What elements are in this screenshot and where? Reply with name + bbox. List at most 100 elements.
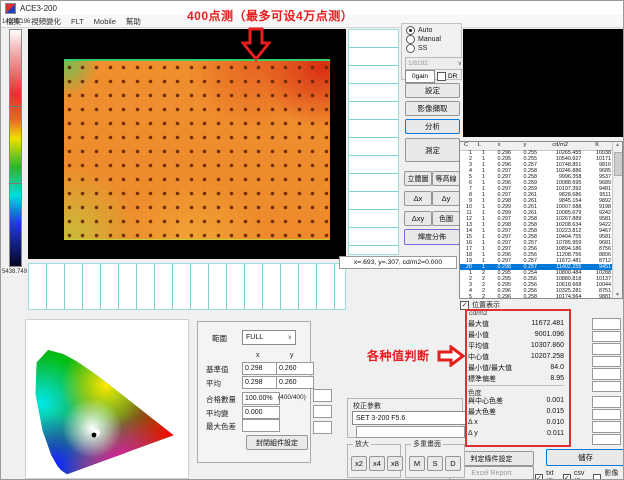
- limit-input[interactable]: [592, 331, 621, 343]
- measure-point: [136, 164, 139, 167]
- measure-point: [122, 108, 125, 111]
- calibration-select[interactable]: SET 3-200 F5.6: [352, 411, 467, 425]
- limit-input[interactable]: [592, 368, 621, 380]
- measure-button[interactable]: 測定: [405, 138, 460, 162]
- max-chroma-field[interactable]: [242, 419, 280, 432]
- value-number: 10207.258: [531, 353, 564, 360]
- measure-point: [176, 108, 179, 111]
- limit-col-right-bottom: [592, 396, 621, 445]
- save-button[interactable]: 儲存: [546, 449, 624, 466]
- radio-auto[interactable]: Auto: [406, 26, 432, 35]
- scroll-down-icon[interactable]: ▼: [613, 292, 622, 298]
- settings-button[interactable]: 設定: [405, 83, 460, 98]
- measure-point: [122, 136, 125, 139]
- multiscreen-button-d[interactable]: D: [445, 456, 461, 471]
- measure-point: [217, 234, 220, 237]
- measure-point: [163, 108, 166, 111]
- table-scrollbar[interactable]: ▲ ▼: [612, 142, 622, 298]
- stereo-3d-button[interactable]: 立體圖: [404, 171, 432, 186]
- limit-input[interactable]: [592, 343, 621, 355]
- scroll-thumb[interactable]: [614, 152, 623, 176]
- avg-y-field[interactable]: 0.260: [276, 376, 314, 389]
- measure-point: [203, 94, 206, 97]
- menu-item[interactable]: Mobile: [94, 17, 116, 26]
- limit-input[interactable]: [592, 356, 621, 368]
- luminance-dist-button[interactable]: 輝度分佈: [404, 229, 460, 245]
- shutter-select[interactable]: 1/8192 ∨: [405, 57, 465, 70]
- zoom-button-x2[interactable]: x2: [351, 456, 367, 471]
- measure-point: [109, 192, 112, 195]
- position-display-checkbox[interactable]: ✓ 位置表示: [460, 300, 500, 310]
- checkbox-icon: [437, 72, 446, 81]
- value-row: 中心值10207.258: [468, 351, 564, 362]
- measure-point: [163, 94, 166, 97]
- txt-file-checkbox[interactable]: ✓ txt檔: [535, 468, 559, 480]
- delta-xy-button[interactable]: Δxy: [404, 211, 432, 226]
- measure-point: [271, 234, 274, 237]
- measure-point: [325, 164, 328, 167]
- measure-point: [325, 94, 328, 97]
- zoom-button-x8[interactable]: x8: [387, 456, 403, 471]
- contour-button[interactable]: 等高線: [432, 171, 460, 186]
- multiscreen-button-s[interactable]: S: [427, 456, 443, 471]
- avg-x-field[interactable]: 0.298: [242, 376, 280, 389]
- multiscreen-buttons: MSD: [409, 456, 461, 471]
- zoom-button-x4[interactable]: x4: [369, 456, 385, 471]
- limit-input[interactable]: [592, 396, 621, 408]
- measure-point: [311, 206, 314, 209]
- pass-count-value: (400/400): [278, 394, 306, 401]
- measure-point: [109, 80, 112, 83]
- cie-chromaticity-panel[interactable]: [25, 319, 189, 479]
- table-row[interactable]: 520.2960.25810174.5649881: [460, 294, 613, 299]
- seal-settings-button[interactable]: 封閉組件設定: [246, 435, 308, 450]
- calibration-extra-field[interactable]: [356, 426, 465, 438]
- limit-input[interactable]: [592, 318, 621, 330]
- checkbox-icon: ✓: [563, 474, 571, 480]
- analyze-button[interactable]: 分析: [405, 119, 460, 134]
- luminance-heatmap[interactable]: [64, 59, 330, 240]
- menu-item[interactable]: FLT: [71, 17, 84, 26]
- colormap-button[interactable]: 色圖: [432, 211, 460, 226]
- image-capture-button[interactable]: 影像擷取: [405, 101, 460, 116]
- measure-point: [136, 178, 139, 181]
- limit-input[interactable]: [592, 434, 621, 446]
- range-select[interactable]: FULL ∨: [242, 330, 296, 345]
- pass-rate-field[interactable]: 100.00%: [242, 392, 280, 405]
- horizontal-profile-plot: [28, 263, 346, 310]
- radio-manual[interactable]: Manual: [406, 35, 441, 44]
- limit-input[interactable]: [592, 421, 621, 433]
- radio-ss[interactable]: SS: [406, 44, 427, 53]
- limit-input[interactable]: [313, 421, 332, 434]
- delta-x-button[interactable]: Δx: [404, 191, 432, 206]
- heatmap-canvas[interactable]: [28, 29, 346, 259]
- measured-white-point: [92, 433, 97, 438]
- image-file-checkbox[interactable]: 影像檔: [593, 468, 623, 480]
- measure-point: [95, 150, 98, 153]
- measure-point: [190, 136, 193, 139]
- table-body[interactable]: 110.2960.25510265.45510038210.2950.25510…: [460, 150, 613, 298]
- limit-input[interactable]: [592, 381, 621, 393]
- multiscreen-button-m[interactable]: M: [409, 456, 425, 471]
- zoom-group-label: 放大: [353, 440, 371, 449]
- limit-input[interactable]: [313, 389, 332, 402]
- measurement-table[interactable]: CLxycd/m2K 110.2960.25510265.45510038210…: [459, 141, 623, 299]
- measure-point: [325, 66, 328, 69]
- range-panel: 範圍 FULL ∨ x y 基準值 0.298 0.260 平均 0.298 0…: [197, 321, 311, 463]
- ref-y-field[interactable]: 0.260: [276, 362, 314, 375]
- limit-input[interactable]: [313, 405, 332, 418]
- zero-gain-button[interactable]: 0gain: [405, 70, 435, 83]
- csv-file-checkbox[interactable]: ✓ csv檔: [563, 468, 590, 480]
- value-number: 0.010: [546, 419, 564, 426]
- avg-dev-field[interactable]: 0.000: [242, 406, 280, 419]
- dr-checkbox[interactable]: DR: [437, 72, 457, 81]
- menu-item[interactable]: 幫助: [126, 16, 141, 27]
- limit-input[interactable]: [592, 409, 621, 421]
- measure-point: [257, 150, 260, 153]
- measure-point: [68, 136, 71, 139]
- measure-point: [136, 122, 139, 125]
- delta-y-button[interactable]: Δy: [432, 191, 460, 206]
- ref-x-field[interactable]: 0.298: [242, 362, 280, 375]
- measure-point: [271, 206, 274, 209]
- scroll-up-icon[interactable]: ▲: [613, 142, 622, 148]
- measure-point: [149, 234, 152, 237]
